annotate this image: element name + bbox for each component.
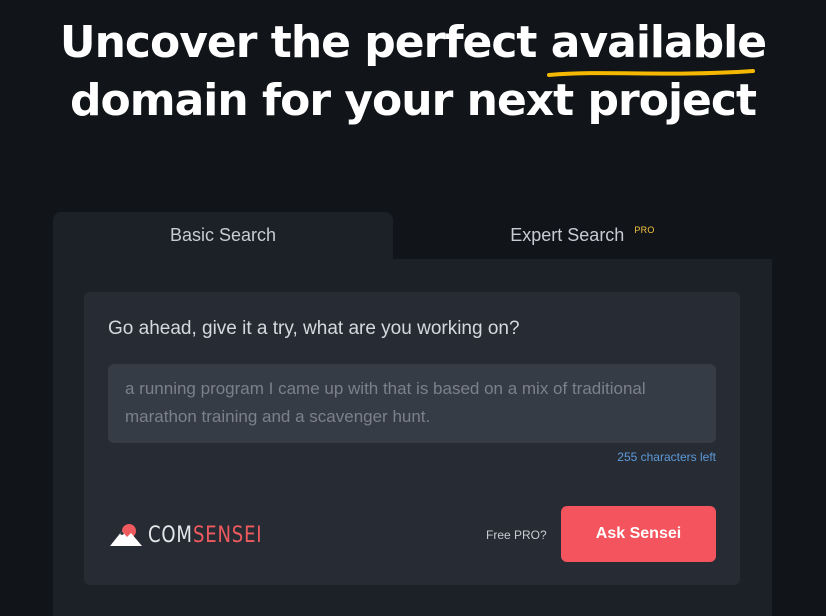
prompt-label: Go ahead, give it a try, what are you wo… [108, 318, 520, 339]
project-description-input[interactable] [108, 364, 716, 443]
brand-logo: COM SENSEI [110, 520, 277, 550]
mountain-sun-icon [110, 524, 142, 546]
tab-expert-search[interactable]: Expert Search PRO [393, 212, 772, 259]
hero-line-1: Uncover the perfect available [0, 14, 826, 77]
highlight-underline [546, 69, 755, 77]
ask-sensei-button[interactable]: Ask Sensei [561, 506, 716, 562]
hero-highlight: available [546, 14, 767, 77]
char-count: 255 characters left [617, 450, 716, 464]
hero-line-2: domain for your next project [70, 75, 757, 126]
brand-name-sensei: SENSEI [192, 522, 263, 548]
pro-badge: PRO [634, 224, 655, 235]
tab-basic-search[interactable]: Basic Search [53, 212, 393, 259]
free-pro-link[interactable]: Free PRO? [486, 528, 547, 542]
hero-headline: Uncover the perfect available domain for… [0, 14, 826, 130]
tab-basic-search-label: Basic Search [169, 225, 277, 245]
hero-highlight-text: available [550, 17, 767, 68]
tab-expert-search-label: Expert Search [510, 225, 625, 245]
hero-line-1-text: Uncover the perfect [59, 17, 551, 68]
brand-name-com: COM [148, 522, 193, 548]
